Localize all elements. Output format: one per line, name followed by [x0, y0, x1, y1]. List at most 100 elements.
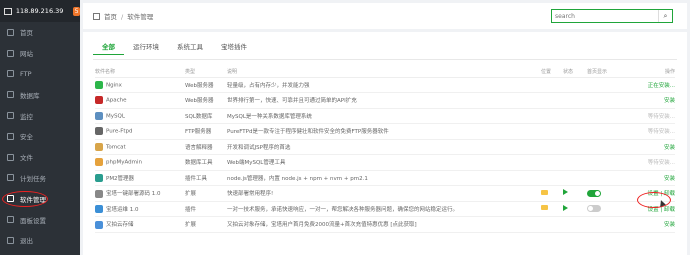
sidebar-item[interactable]: 首页: [0, 22, 80, 43]
folder-icon[interactable]: [541, 205, 548, 211]
cell-type: 扩展: [185, 185, 227, 202]
cell-home: [587, 185, 627, 202]
op-link[interactable]: 等待安装...: [648, 114, 675, 120]
cell-desc: 轻量级，占有内存少，并发能力强: [227, 77, 541, 93]
cell-name: Apache: [95, 92, 185, 109]
table-row: 又拍云存储 扩展 又拍云对象存储，宝塔用户首月免费2000流量+首次充值特惠优惠 […: [95, 216, 675, 233]
software-name: Apache: [106, 97, 127, 104]
breadcrumb-current: 软件管理: [127, 13, 154, 21]
cell-pos: [541, 216, 563, 233]
cell-type: 语言解释器: [185, 139, 227, 155]
sidebar-item-label: 计划任务: [20, 174, 46, 183]
table-row: Tomcat 语言解释器 开发和调试JSP程序的首选 安装: [95, 139, 675, 155]
search-box: ⌕: [551, 9, 673, 23]
op-link[interactable]: 等待安装...: [648, 129, 675, 135]
op-link[interactable]: 安装: [664, 145, 675, 151]
cell-desc: node.js管理器，内置 node.js + npm + nvm + pm2.…: [227, 170, 541, 186]
nav-icon: [7, 91, 14, 99]
software-name: 又拍云存储: [106, 222, 134, 228]
cell-name: PM2管理器: [95, 170, 185, 186]
table-row: 宝塔一键部署源码 1.0 扩展 快速部署常用程序! 设置 | 卸载: [95, 185, 675, 202]
software-name: Pure-Ftpd: [106, 128, 133, 135]
cell-pos: [541, 170, 563, 186]
cell-name: 宝塔一键部署源码 1.0: [95, 185, 185, 202]
cell-type: 数据库工具: [185, 154, 227, 171]
cell-pos: [541, 123, 563, 140]
sidebar-item[interactable]: 数据库: [0, 84, 80, 105]
cell-status: [563, 201, 587, 217]
cell-type: Web服务器: [185, 77, 227, 93]
folder-icon[interactable]: [541, 189, 548, 195]
search-input[interactable]: [552, 10, 658, 22]
cell-home: [587, 139, 627, 155]
sidebar-item[interactable]: FTP: [0, 64, 80, 85]
cell-desc: 一对一技术服务，承诺快速响应，一对一，帮您解决各种服务器问题，确保您的网站稳定运…: [227, 201, 541, 217]
cell-home: [587, 216, 627, 233]
homepage-toggle[interactable]: [587, 205, 601, 213]
software-logo-icon: [95, 158, 103, 167]
software-logo-icon: [95, 189, 103, 198]
sidebar-item[interactable]: 面板设置: [0, 209, 80, 230]
op-link[interactable]: 安装: [664, 222, 675, 228]
sidebar-item[interactable]: 计划任务: [0, 168, 80, 189]
cell-op: 安装: [627, 92, 675, 109]
col-type: 类型: [185, 67, 227, 78]
sidebar-item[interactable]: 监控: [0, 105, 80, 126]
cell-name: 宝塔运维 1.0: [95, 201, 185, 217]
cell-pos: [541, 92, 563, 109]
homepage-toggle[interactable]: [587, 189, 601, 197]
cell-status: [563, 170, 587, 186]
op-link[interactable]: 安装: [664, 98, 675, 104]
sidebar: 118.89.216.39 5 首页 网站 FTP 数据库 监控 安全 文件 计划任务 软件管理…: [0, 0, 80, 255]
col-status: 状态: [563, 67, 587, 78]
tab[interactable]: 系统工具: [168, 40, 212, 55]
cell-op: 安装: [627, 170, 675, 186]
sidebar-item[interactable]: 安全: [0, 126, 80, 147]
server-header: 118.89.216.39 5: [0, 0, 80, 22]
cell-type: Web服务器: [185, 92, 227, 109]
nav-icon: [7, 70, 14, 78]
cell-home: [587, 108, 627, 124]
cell-desc: 世界排行第一，快速、可靠并且可通过简单的API扩充: [227, 92, 541, 109]
sidebar-item-label: 面板设置: [20, 216, 46, 225]
search-icon[interactable]: ⌕: [658, 10, 672, 22]
cell-pos: [541, 154, 563, 171]
tab[interactable]: 运行环境: [124, 40, 168, 55]
sidebar-item[interactable]: 网站: [0, 43, 80, 64]
highlight-circle: [2, 191, 48, 207]
cell-desc: MySQL是一种关系数据库管理系统: [227, 108, 541, 124]
cell-type: 插件工具: [185, 170, 227, 186]
cell-pos: [541, 77, 563, 93]
software-panel: 全部 运行环境 系统工具 宝塔插件 软件名称 类型 说明 位置 状态 首页显示 操作 …: [83, 32, 687, 255]
software-logo-icon: [95, 220, 103, 229]
table-row: MySQL SQL数据库 MySQL是一种关系数据库管理系统 等待安装...: [95, 108, 675, 124]
notification-badge[interactable]: 5: [73, 6, 80, 16]
cell-home: [587, 123, 627, 140]
play-icon[interactable]: [563, 189, 568, 196]
tab[interactable]: 宝塔插件: [212, 40, 256, 55]
software-logo-icon: [95, 127, 103, 136]
col-home: 首页显示: [587, 67, 627, 78]
breadcrumb-home[interactable]: 首页: [104, 13, 117, 21]
home-icon[interactable]: [93, 12, 100, 20]
play-icon[interactable]: [563, 204, 568, 211]
sidebar-item[interactable]: 退出: [0, 230, 80, 251]
cell-status: [563, 154, 587, 171]
cell-name: Tomcat: [95, 139, 185, 155]
nav-icon: [7, 112, 14, 120]
cell-status: [563, 77, 587, 93]
tab[interactable]: 全部: [93, 40, 124, 55]
cell-home: [587, 201, 627, 217]
software-name: 宝塔一键部署源码 1.0: [106, 191, 161, 197]
sidebar-item[interactable]: 文件: [0, 147, 80, 168]
cell-status: [563, 139, 587, 155]
op-link[interactable]: 正在安装...: [648, 83, 675, 89]
op-link[interactable]: 等待安装...: [648, 160, 675, 166]
op-link[interactable]: 安装: [664, 176, 675, 182]
nav-icon: [7, 132, 14, 140]
software-name: PM2管理器: [106, 175, 135, 182]
divider: [93, 59, 677, 60]
table-header-row: 软件名称 类型 说明 位置 状态 首页显示 操作: [95, 67, 675, 78]
cell-op: 等待安装...: [627, 108, 675, 124]
breadcrumb: 首页 / 软件管理: [104, 13, 154, 21]
